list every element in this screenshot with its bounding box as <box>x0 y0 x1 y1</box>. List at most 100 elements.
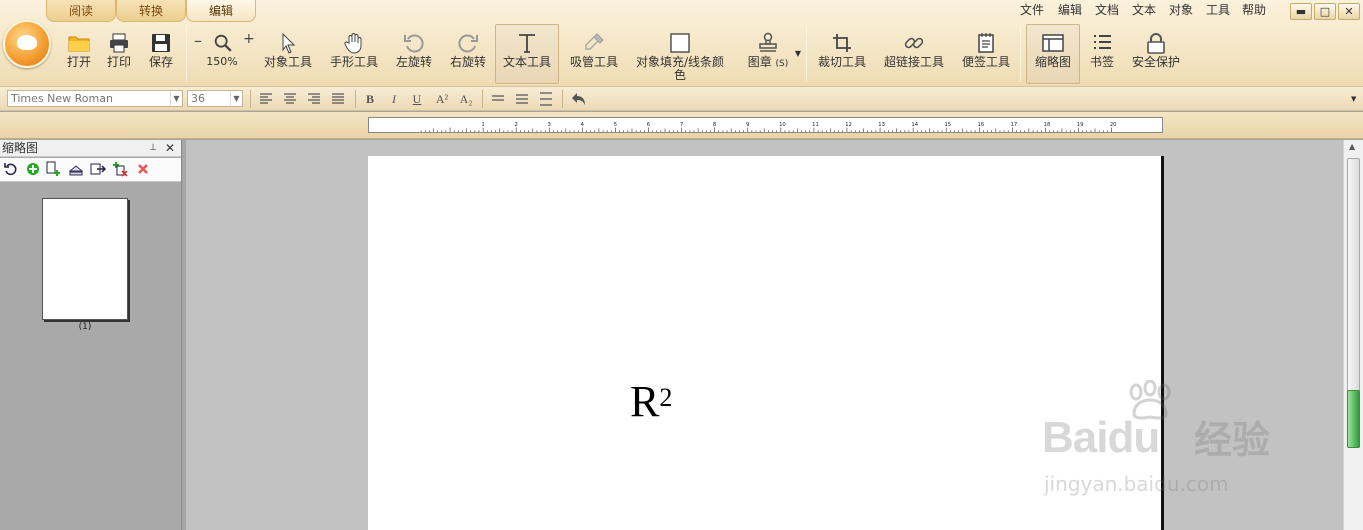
rotate-left-button[interactable]: 左旋转 <box>392 24 436 84</box>
panel-close-button[interactable]: ✕ <box>165 140 175 156</box>
scroll-up-arrow-icon[interactable]: ▲ <box>1349 142 1355 151</box>
line-spacing-double-icon[interactable] <box>537 91 555 107</box>
tab-read[interactable]: 阅读 <box>46 0 116 22</box>
line-spacing-single-icon[interactable] <box>489 91 507 107</box>
link-icon <box>904 37 924 49</box>
thumbnails-button[interactable]: 缩略图 <box>1026 24 1080 84</box>
crop-tool-button[interactable]: 裁切工具 <box>814 24 870 84</box>
watermark-cn: 经验 <box>1194 418 1271 462</box>
menu-edit[interactable]: 编辑 <box>1058 0 1082 20</box>
pin-icon[interactable]: ⊥ <box>149 140 157 156</box>
maximize-button[interactable]: □ <box>1314 3 1336 20</box>
zoom-out-button[interactable]: – <box>194 31 202 50</box>
scrollbar-position-indicator <box>1347 390 1360 448</box>
insert-page-icon[interactable] <box>45 161 61 177</box>
zoom-level[interactable]: 150% <box>191 55 253 69</box>
hand-tool-button[interactable]: 手形工具 <box>326 24 382 84</box>
align-right-icon[interactable] <box>305 91 323 107</box>
printer-icon <box>110 33 128 53</box>
chevron-down-icon: ▼ <box>170 91 182 106</box>
tab-convert[interactable]: 转换 <box>116 0 186 22</box>
note-tool-button[interactable]: 便签工具 <box>958 24 1014 84</box>
format-divider <box>482 90 483 108</box>
stamp-button[interactable]: 图章 (S) ▼ <box>736 24 801 84</box>
watermark-url: jingyan.baidu.com <box>1044 472 1229 496</box>
font-family-select[interactable]: Times New Roman ▼ <box>7 90 183 107</box>
ruler-number: 16 <box>978 122 985 128</box>
ruler-number: 13 <box>878 122 885 128</box>
eyedropper-icon <box>585 33 604 50</box>
replace-page-icon[interactable] <box>112 161 128 177</box>
menu-file[interactable]: 文件 <box>1020 0 1044 20</box>
ruler-number: 20 <box>1110 122 1117 128</box>
subscript-button[interactable]: A₂ <box>457 91 475 107</box>
save-button[interactable]: 保存 <box>142 24 180 84</box>
underline-button[interactable]: U <box>408 91 426 107</box>
format-divider <box>250 90 251 108</box>
stamp-dropdown-icon[interactable]: ▼ <box>795 49 801 58</box>
print-button[interactable]: 打印 <box>100 24 138 84</box>
minimize-button[interactable]: ▬ <box>1290 3 1312 20</box>
security-button[interactable]: 安全保护 <box>1128 24 1184 84</box>
bookmarks-button[interactable]: 书签 <box>1082 24 1122 84</box>
undo-arrow-icon[interactable] <box>569 91 587 107</box>
font-size-select[interactable]: 36 ▼ <box>187 90 243 107</box>
toolbar-divider <box>1020 26 1021 81</box>
export-page-icon[interactable] <box>90 161 106 177</box>
align-justify-icon[interactable] <box>329 91 347 107</box>
rotate-left-icon <box>404 34 424 53</box>
menu-help[interactable]: 帮助 <box>1242 0 1266 20</box>
magnifier-icon <box>214 34 232 52</box>
rotate-right-icon <box>458 34 478 53</box>
eyedropper-tool-button[interactable]: 吸管工具 <box>566 24 622 84</box>
text-tool-button[interactable]: 文本工具 <box>495 24 559 84</box>
align-center-icon[interactable] <box>281 91 299 107</box>
note-icon <box>978 33 994 53</box>
ruler-number: 11 <box>812 122 819 128</box>
ruler-number: 6 <box>647 122 651 128</box>
ruler-number: 9 <box>746 122 749 128</box>
fill-line-color-button[interactable]: 对象填充/线条颜 色 <box>632 24 728 84</box>
delete-page-icon[interactable] <box>135 161 151 177</box>
page-thumbnail[interactable] <box>42 198 128 320</box>
watermark-brand: Bai <box>1042 413 1108 462</box>
lock-icon <box>1147 33 1165 54</box>
cursor-arrow-icon <box>282 32 296 54</box>
menu-tools[interactable]: 工具 <box>1206 0 1230 20</box>
object-tool-button[interactable]: 对象工具 <box>260 24 316 84</box>
floppy-disk-icon <box>152 34 170 52</box>
ruler-number: 7 <box>680 122 683 128</box>
line-spacing-medium-icon[interactable] <box>513 91 531 107</box>
menu-object[interactable]: 对象 <box>1169 0 1193 20</box>
superscript-button[interactable]: A² <box>433 91 451 107</box>
menu-document[interactable]: 文档 <box>1095 0 1119 20</box>
ruler-number: 2 <box>514 122 517 128</box>
ruler-number: 10 <box>779 122 786 128</box>
rotate-right-button[interactable]: 右旋转 <box>446 24 490 84</box>
extract-page-icon[interactable] <box>68 161 84 177</box>
italic-button[interactable]: I <box>385 91 403 107</box>
horizontal-ruler: 1 2 3 4 5 6 7 8 9 10 11 12 13 14 15 16 17 18 19 20 <box>368 117 1163 133</box>
add-page-icon[interactable] <box>25 161 41 177</box>
ruler-number: 15 <box>944 122 951 128</box>
text-object[interactable]: R2 <box>630 372 672 432</box>
vertical-scrollbar[interactable]: ▲ <box>1343 140 1363 530</box>
thumbnail-panel: 缩略图 ⊥ ✕ (1) <box>0 140 182 530</box>
ruler-number: 8 <box>713 122 716 128</box>
tab-edit[interactable]: 编辑 <box>186 0 256 22</box>
app-logo[interactable] <box>3 20 51 68</box>
open-button[interactable]: 打开 <box>60 24 98 84</box>
menu-text[interactable]: 文本 <box>1132 0 1156 20</box>
hyperlink-tool-button[interactable]: 超链接工具 <box>880 24 948 84</box>
ruler-number: 12 <box>845 122 852 128</box>
page-thumbnail-label: (1) <box>78 322 92 332</box>
rotate-page-icon[interactable] <box>3 161 19 177</box>
bold-button[interactable]: B <box>361 91 379 107</box>
toolbar-overflow-icon[interactable]: ▼ <box>1351 95 1356 103</box>
format-toolbar: Times New Roman ▼ 36 ▼ B I U A² A₂ ▼ <box>0 87 1363 111</box>
close-window-button[interactable]: ✕ <box>1338 3 1360 20</box>
ruler-number: 4 <box>581 122 585 128</box>
align-left-icon[interactable] <box>257 91 275 107</box>
zoom-in-button[interactable]: + <box>243 31 255 47</box>
bookmark-list-icon <box>1094 35 1111 49</box>
